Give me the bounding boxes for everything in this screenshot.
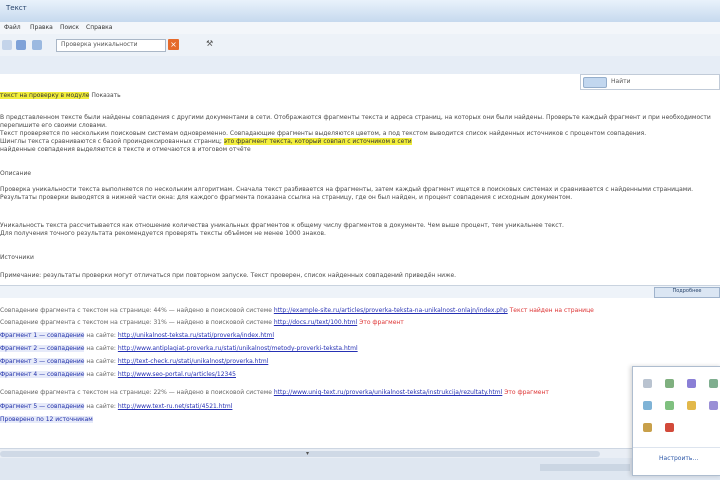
check-field[interactable]: Проверка уникальности [56, 39, 166, 52]
paragraph-1-highlight: это фрагмент текста, который совпал с ис… [223, 138, 412, 145]
result-url[interactable]: http://www.text-ru.net/stati/4521.html [118, 403, 233, 410]
close-tab-icon[interactable]: × [168, 39, 179, 50]
result-label[interactable]: Фрагмент 1 — совпадение [0, 332, 85, 339]
section-heading-1: Описание [0, 170, 32, 177]
result-label[interactable]: Фрагмент 5 — совпадение [0, 403, 85, 410]
result-url[interactable]: http://unikalnost-teksta.ru/stati/prover… [118, 332, 274, 339]
customize-link[interactable]: Настроить… [659, 455, 698, 462]
result-prefix: Совпадение фрагмента с текстом на страни… [0, 319, 272, 326]
result-row: Совпадение фрагмента с текстом на страни… [0, 306, 594, 315]
paragraph-1: В представленном тексте были найдены сов… [0, 114, 720, 154]
paragraph-1-line-3: Шинглы текста сравниваются с базой проин… [0, 138, 720, 146]
popup-divider [633, 447, 720, 448]
swatch[interactable] [709, 401, 718, 410]
results-list: Совпадение фрагмента с текстом на страни… [0, 298, 720, 448]
result-url[interactable]: http://docs.ru/text/100.html [274, 319, 357, 326]
result-label[interactable]: Фрагмент 4 — совпадение [0, 371, 85, 378]
paragraph-1-line-1: В представленном тексте были найдены сов… [0, 114, 711, 129]
result-note: Это фрагмент [504, 389, 549, 396]
swatch[interactable] [687, 379, 696, 388]
result-prefix: на сайте: [86, 332, 116, 339]
find-button[interactable] [583, 77, 607, 88]
result-row: Совпадение фрагмента с текстом на страни… [0, 318, 404, 327]
show-link[interactable]: Показать [91, 92, 120, 99]
swatch[interactable] [709, 379, 718, 388]
window-title: Текст [6, 4, 27, 12]
result-row: Фрагмент 4 — совпадение на сайте: http:/… [0, 370, 236, 379]
details-button[interactable]: Подробнее [654, 287, 720, 298]
result-prefix: на сайте: [86, 345, 116, 352]
result-row: Совпадение фрагмента с текстом на страни… [0, 388, 549, 397]
color-picker-popup: Настроить… [632, 366, 720, 476]
menu-search[interactable]: Поиск [60, 24, 79, 31]
result-prefix: на сайте: [86, 371, 116, 378]
back-icon[interactable] [2, 40, 12, 50]
find-label: Найти [611, 78, 631, 85]
menu-file[interactable]: Файл [4, 24, 21, 31]
check-field-text: Проверка уникальности [61, 41, 138, 48]
result-label[interactable]: Проверено по 12 источникам [0, 416, 93, 423]
section-heading-2: Источники [0, 254, 34, 261]
result-row: Фрагмент 2 — совпадение на сайте: http:/… [0, 344, 358, 353]
result-url[interactable]: http://text-check.ru/stati/unikalnost/pr… [118, 358, 268, 365]
swatch[interactable] [687, 401, 696, 410]
result-prefix: на сайте: [86, 403, 116, 410]
paragraph-2-line-2: Результаты проверки выводятся в нижней ч… [0, 194, 573, 201]
result-label[interactable]: Фрагмент 2 — совпадение [0, 345, 85, 352]
paragraph-4: Примечание: результаты проверки могут от… [0, 272, 457, 279]
bottom-bar [0, 458, 720, 480]
menu-help[interactable]: Справка [86, 24, 112, 31]
result-row: Проверено по 12 источникам [0, 415, 93, 424]
result-row: Фрагмент 1 — совпадение на сайте: http:/… [0, 331, 274, 340]
bottom-strip [540, 464, 630, 471]
toolbar-spacer [0, 56, 720, 75]
result-url[interactable]: http://www.seo-portal.ru/articles/12345 [118, 371, 236, 378]
paragraph-3-line-2: Для получения точного результата рекомен… [0, 230, 326, 237]
scrollbar-thumb[interactable] [0, 451, 600, 457]
swatch[interactable] [643, 401, 652, 410]
paragraph-1-line-2: Текст проверяется по нескольким поисковы… [0, 130, 647, 137]
result-note: Это фрагмент [359, 319, 404, 326]
highlighted-heading: текст на проверку в модуле Показать [0, 92, 121, 99]
result-label[interactable]: Фрагмент 3 — совпадение [0, 358, 85, 365]
highlight-fragment: текст на проверку в модуле [0, 92, 90, 99]
paragraph-2: Проверка уникальности текста выполняется… [0, 186, 720, 202]
swatch[interactable] [665, 423, 674, 432]
menu-edit[interactable]: Правка [30, 24, 53, 31]
result-note: Текст найден на странице [509, 307, 594, 314]
forward-icon[interactable] [32, 40, 42, 50]
result-row: Фрагмент 5 — совпадение на сайте: http:/… [0, 402, 232, 411]
paragraph-1-line-3-text: Шинглы текста сравниваются с базой проин… [0, 138, 222, 145]
swatch[interactable] [643, 423, 652, 432]
result-prefix: на сайте: [86, 358, 116, 365]
swatch[interactable] [665, 379, 674, 388]
refresh-icon[interactable] [16, 40, 26, 50]
result-url[interactable]: http://example-site.ru/articles/proverka… [274, 307, 508, 314]
paragraph-3: Уникальность текста рассчитывается как о… [0, 222, 720, 238]
result-prefix: Совпадение фрагмента с текстом на страни… [0, 307, 272, 314]
paragraph-2-line-1: Проверка уникальности текста выполняется… [0, 186, 694, 193]
swatch[interactable] [643, 379, 652, 388]
result-prefix: Совпадение фрагмента с текстом на страни… [0, 389, 272, 396]
result-row: Фрагмент 3 — совпадение на сайте: http:/… [0, 357, 268, 366]
swatch[interactable] [665, 401, 674, 410]
paragraph-1-line-4: найденные совпадения выделяются в тексте… [0, 146, 251, 153]
text-document[interactable]: Найти текст на проверку в модуле Показат… [0, 74, 720, 286]
toolbar: Проверка уникальности × ⚒ [0, 34, 720, 57]
result-url[interactable]: http://www.antiplagiat-proverka.ru/stati… [118, 345, 358, 352]
paragraph-3-line-1: Уникальность текста рассчитывается как о… [0, 222, 564, 229]
scroll-arrow-icon[interactable]: ▾ [306, 450, 309, 457]
find-box[interactable]: Найти [580, 74, 720, 90]
title-bar: Текст [0, 0, 720, 23]
settings-icon[interactable]: ⚒ [206, 39, 213, 48]
result-url[interactable]: http://www.uniq-text.ru/proverka/unikaln… [274, 389, 502, 396]
